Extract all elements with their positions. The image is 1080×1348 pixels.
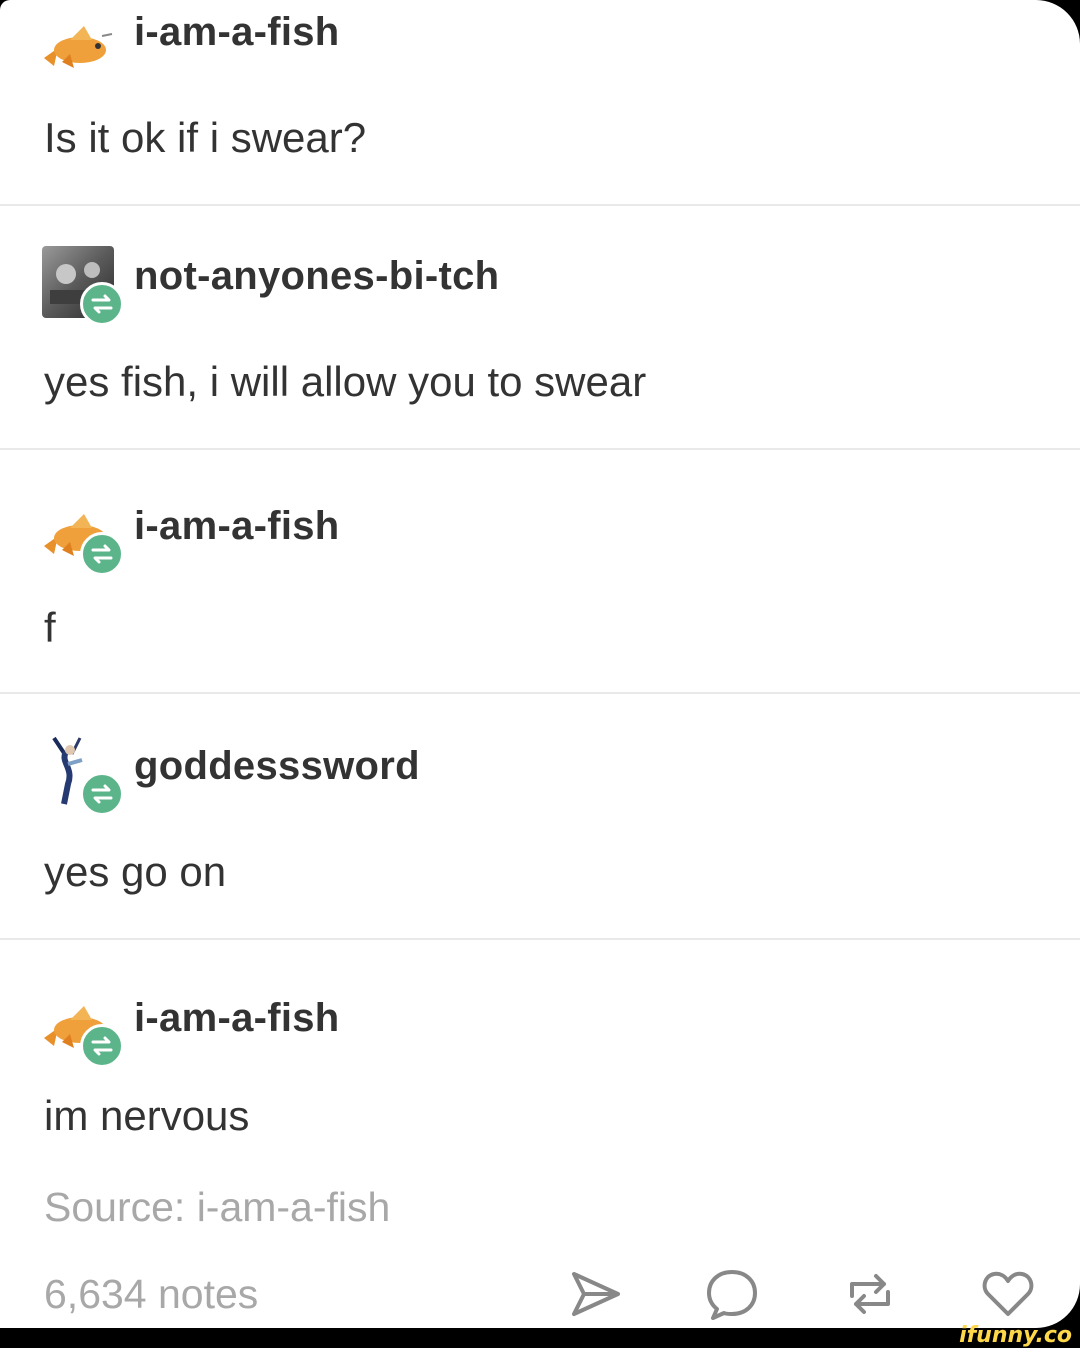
post-text: Is it ok if i swear? bbox=[44, 114, 367, 161]
post-header: i-am-a-fish bbox=[40, 0, 740, 80]
notes-count[interactable]: 6,634 notes bbox=[44, 1271, 258, 1318]
reblog-badge-icon bbox=[91, 544, 113, 564]
post-header: goddesssword bbox=[40, 734, 740, 816]
post-text: im nervous bbox=[44, 1092, 250, 1139]
post-card: i-am-a-fish Is it ok if i swear? not-any… bbox=[0, 0, 1080, 1328]
reply-icon[interactable] bbox=[704, 1266, 760, 1322]
reblog-badge bbox=[80, 282, 124, 326]
username[interactable]: i-am-a-fish bbox=[134, 996, 340, 1041]
reblog-badge-icon bbox=[91, 294, 113, 314]
post-3: i-am-a-fish f bbox=[0, 448, 1080, 694]
post-5: i-am-a-fish im nervous bbox=[0, 938, 1080, 1328]
share-icon[interactable] bbox=[568, 1266, 624, 1322]
post-2: not-anyones-bi-tch yes fish, i will allo… bbox=[0, 204, 1080, 450]
reblog-badge bbox=[80, 772, 124, 816]
reblog-badge bbox=[80, 1024, 124, 1068]
source-link[interactable]: Source: i-am-a-fish bbox=[44, 1184, 390, 1231]
post-text: yes fish, i will allow you to swear bbox=[44, 358, 647, 405]
post-4: goddesssword yes go on bbox=[0, 692, 1080, 940]
post-header: i-am-a-fish bbox=[40, 494, 740, 576]
reblog-badge-icon bbox=[91, 784, 113, 804]
username[interactable]: not-anyones-bi-tch bbox=[134, 254, 499, 299]
like-icon[interactable] bbox=[980, 1266, 1036, 1322]
post-text: f bbox=[44, 604, 56, 651]
post-1: i-am-a-fish Is it ok if i swear? bbox=[0, 0, 1080, 206]
ifunny-watermark: ifunny.co bbox=[959, 1323, 1072, 1348]
post-header: i-am-a-fish bbox=[40, 986, 740, 1068]
reblog-badge-icon bbox=[91, 1036, 113, 1056]
username[interactable]: goddesssword bbox=[134, 744, 420, 789]
post-text: yes go on bbox=[44, 848, 227, 895]
username[interactable]: i-am-a-fish bbox=[134, 10, 340, 55]
username[interactable]: i-am-a-fish bbox=[134, 504, 340, 549]
post-header: not-anyones-bi-tch bbox=[40, 244, 740, 326]
reblog-icon[interactable] bbox=[842, 1266, 898, 1322]
reblog-badge bbox=[80, 532, 124, 576]
goldfish-avatar-icon[interactable] bbox=[40, 6, 118, 86]
